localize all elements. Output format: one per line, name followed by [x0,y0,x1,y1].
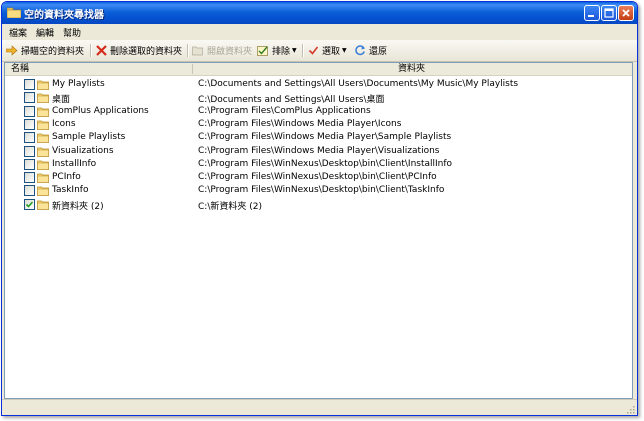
close-button[interactable] [618,5,634,21]
checkmark-icon [25,201,34,208]
folder-icon [37,173,49,183]
folder-path: C:\Program Files\Windows Media Player\Vi… [198,145,440,156]
folder-icon [37,133,49,144]
resize-grip-icon[interactable] [625,404,635,414]
folder-name: 新資料夾 (2) [52,201,104,212]
column-header-name[interactable]: 名稱 [11,63,29,75]
row-checkbox[interactable] [24,92,35,104]
folder-path: C:\Documents and Settings\All Users\桌面 [198,95,385,106]
restore-button[interactable]: 還原 [354,43,387,57]
menu-help[interactable]: 幫助 [63,26,81,39]
toolbar-separator [90,44,92,57]
folder-path: C:\Program Files\WinNexus\Desktop\bin\Cl… [198,185,445,196]
title-bar[interactable]: 空的資料夾尋找器 [2,2,637,24]
app-window: 空的資料夾尋找器 檔案 編輯 幫助 掃瞄空的資料夾 刪除選取的資料夾 開啟資料夾… [1,1,638,416]
folder-path: C:\Program Files\WinNexus\Desktop\bin\Cl… [198,158,453,169]
folder-icon [37,187,49,197]
exclude-icon [257,45,268,56]
folder-path: C:\Program Files\ComPlus Applications [198,105,371,116]
folder-icon [37,80,49,90]
list-item[interactable]: InstallInfo C:\Program Files\WinNexus\Des… [5,158,632,171]
delete-selected-button[interactable]: 刪除選取的資料夾 [96,43,182,57]
folder-name: Visualizations [52,145,114,156]
window-title: 空的資料夾尋找器 [24,10,104,21]
folder-path: C:\Documents and Settings\All Users\Docu… [198,79,519,89]
row-checkbox[interactable] [24,79,35,90]
menu-file[interactable]: 檔案 [9,26,27,39]
column-divider[interactable] [192,64,193,74]
row-checkbox[interactable] [24,132,35,144]
list-item[interactable]: PCInfo C:\Program Files\WinNexus\Desktop\… [5,171,632,184]
restore-label: 還原 [369,46,388,57]
folder-app-icon [7,7,21,18]
folder-open-icon [192,46,203,55]
list-item[interactable]: ComPlus Applications C:\Program Files\Com… [5,105,632,118]
folder-path: C:\新資料夾 (2) [198,201,262,212]
folder-name: ComPlus Applications [52,105,149,116]
folder-icon [37,147,49,157]
maximize-button[interactable] [601,5,617,21]
folder-icon [37,107,49,117]
list-item[interactable]: My Playlists C:\Documents and Settings\Al… [5,78,632,91]
folder-icon [37,120,49,130]
open-folder-button[interactable]: 開啟資料夾 [192,43,252,57]
chevron-down-icon: ▼ [342,46,347,54]
folder-name: Sample Playlists [52,132,126,143]
folder-name: PCInfo [52,172,81,183]
row-checkbox[interactable] [24,185,35,197]
open-folder-label: 開啟資料夾 [207,46,253,57]
list-item[interactable]: Visualizations C:\Program Files\Windows M… [5,145,632,158]
list-item[interactable]: Sample Playlists C:\Program Files\Windows… [5,131,632,144]
menu-edit[interactable]: 編輯 [36,26,54,39]
folder-path: C:\Program Files\WinNexus\Desktop\bin\Cl… [198,172,437,183]
exclude-dropdown[interactable]: 排除 ▼ [257,43,297,57]
close-icon [622,9,630,17]
checkmark-icon [308,46,319,55]
select-dropdown[interactable]: 選取 ▼ [308,43,347,57]
list-item[interactable]: TaskInfo C:\Program Files\WinNexus\Deskto… [5,184,632,197]
toolbar: 掃瞄空的資料夾 刪除選取的資料夾 開啟資料夾 排除 ▼ 選取 ▼ 還原 [2,40,637,62]
exclude-label: 排除 [272,46,291,57]
refresh-icon [355,45,365,56]
folder-icon [37,160,49,170]
row-checkbox[interactable] [24,198,35,210]
select-label: 選取 [322,46,341,57]
folder-name: InstallInfo [52,158,97,169]
toolbar-separator [302,44,304,57]
maximize-icon [604,8,614,18]
folder-icon [37,93,49,104]
row-checkbox[interactable] [24,172,35,184]
folder-name: TaskInfo [52,185,89,196]
toolbar-separator [187,44,189,57]
status-bar [2,399,637,415]
folder-name: 桌面 [52,95,71,106]
row-checkbox[interactable] [24,118,35,130]
folder-icon [37,200,49,210]
row-checkbox[interactable] [24,158,35,170]
red-x-icon [96,44,107,56]
column-header-folder[interactable]: 資料夾 [398,63,425,75]
row-checkbox[interactable] [24,105,35,117]
list-item[interactable]: 桌面 C:\Documents and Settings\All Users\桌面 [5,91,632,106]
chevron-down-icon: ▼ [292,46,297,54]
list-header: 名稱 資料夾 [5,63,632,76]
list-item[interactable]: Icons C:\Program Files\Windows Media Play… [5,118,632,131]
menu-bar: 檔案 編輯 幫助 [2,24,637,40]
minimize-icon [588,15,594,17]
scan-label: 掃瞄空的資料夾 [21,46,85,57]
minimize-button[interactable] [584,5,600,21]
arrow-right-icon [6,44,18,56]
folder-list[interactable]: 名稱 資料夾 My Playlists C:\Documents and Sett… [4,62,633,399]
delete-label: 刪除選取的資料夾 [110,46,183,57]
folder-path: C:\Program Files\Windows Media Player\Ic… [198,118,402,129]
folder-name: Icons [52,118,76,129]
row-checkbox[interactable] [24,145,35,157]
folder-name: My Playlists [52,79,105,89]
list-item[interactable]: 新資料夾 (2) C:\新資料夾 (2) [5,198,632,212]
folder-path: C:\Program Files\Windows Media Player\Sa… [198,132,452,143]
scan-empty-folders-button[interactable]: 掃瞄空的資料夾 [6,43,84,57]
